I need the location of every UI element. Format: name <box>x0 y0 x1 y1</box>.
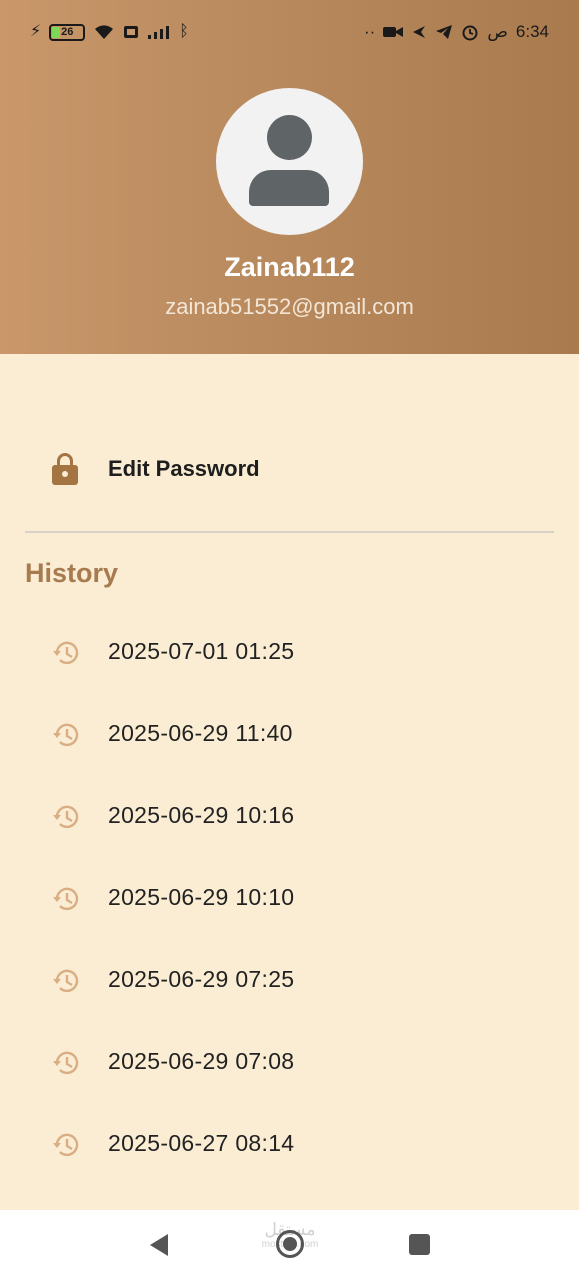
am-pm-indicator: ص <box>487 22 508 41</box>
signal-icon <box>148 26 170 39</box>
person-icon-head <box>267 115 312 160</box>
history-item[interactable]: 2025-06-29 10:16 <box>0 774 579 856</box>
history-icon <box>53 969 79 993</box>
status-left: ⚡ 26 ᛒ <box>30 23 189 41</box>
edit-password-item[interactable]: Edit Password <box>0 440 579 498</box>
history-date: 2025-06-29 11:40 <box>108 720 293 746</box>
history-title: History <box>25 558 119 588</box>
status-right: ·· ص 6:34 <box>364 22 549 42</box>
telegram-icon <box>436 25 453 39</box>
avatar[interactable] <box>216 88 363 235</box>
clock-time: 6:34 <box>515 22 549 41</box>
person-icon-body <box>249 170 329 206</box>
app-notification-icon <box>413 26 426 38</box>
wifi-icon <box>95 25 114 39</box>
history-item[interactable]: 2025-07-01 01:25 <box>0 610 579 692</box>
more-dots: ·· <box>364 22 376 41</box>
user-email: zainab51552@gmail.com <box>165 294 414 319</box>
charging-icon: ⚡ <box>30 23 42 40</box>
profile-header: ⚡ 26 ᛒ ·· ص 6:34 Zainab112 zainab51552@g… <box>0 0 579 354</box>
status-bar: ⚡ 26 ᛒ ·· ص 6:34 <box>0 0 579 64</box>
history-icon <box>53 805 79 829</box>
edit-password-label: Edit Password <box>108 456 260 481</box>
bluetooth-icon: ᛒ <box>179 23 189 40</box>
history-date: 2025-06-27 08:14 <box>108 1130 295 1156</box>
history-date: 2025-06-29 10:10 <box>108 884 295 910</box>
home-icon[interactable] <box>276 1230 304 1258</box>
battery-icon: 26 <box>49 23 86 41</box>
history-icon <box>53 1133 79 1157</box>
history-icon <box>53 641 79 665</box>
history-list: 2025-07-01 01:25 2025-06-29 11:40 2025-0… <box>0 610 579 1184</box>
battery-level: 26 <box>61 26 74 38</box>
history-item[interactable]: 2025-06-27 08:14 <box>0 1102 579 1184</box>
history-date: 2025-07-01 01:25 <box>108 638 295 664</box>
history-item[interactable]: 2025-06-29 07:25 <box>0 938 579 1020</box>
history-icon <box>53 723 79 747</box>
sim-icon <box>124 26 139 38</box>
alarm-icon <box>462 25 478 41</box>
lock-icon <box>52 453 78 485</box>
back-icon[interactable] <box>148 1233 170 1257</box>
video-icon <box>383 27 404 37</box>
system-nav-bar: مستقل mostaql.com <box>0 1210 579 1280</box>
history-icon <box>53 887 79 911</box>
history-date: 2025-06-29 07:25 <box>108 966 295 992</box>
history-date: 2025-06-29 07:08 <box>108 1048 295 1074</box>
username: Zainab112 <box>224 252 355 282</box>
recent-apps-icon[interactable] <box>409 1234 430 1255</box>
history-item[interactable]: 2025-06-29 11:40 <box>0 692 579 774</box>
history-date: 2025-06-29 10:16 <box>108 802 295 828</box>
history-item[interactable]: 2025-06-29 10:10 <box>0 856 579 938</box>
history-icon <box>53 1051 79 1075</box>
history-item[interactable]: 2025-06-29 07:08 <box>0 1020 579 1102</box>
divider <box>25 531 554 533</box>
